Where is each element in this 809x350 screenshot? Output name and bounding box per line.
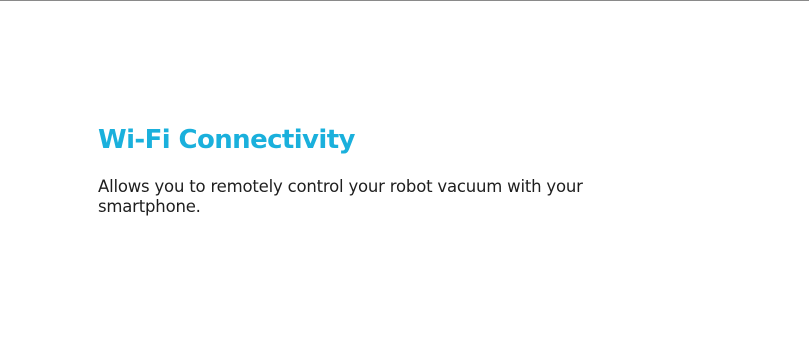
top-divider xyxy=(0,0,809,1)
feature-title: Wi-Fi Connectivity xyxy=(98,125,356,155)
feature-section-wifi: Wi-Fi Connectivity Allows you to remotel… xyxy=(98,123,658,217)
feature-description: Allows you to remotely control your robo… xyxy=(98,177,583,216)
